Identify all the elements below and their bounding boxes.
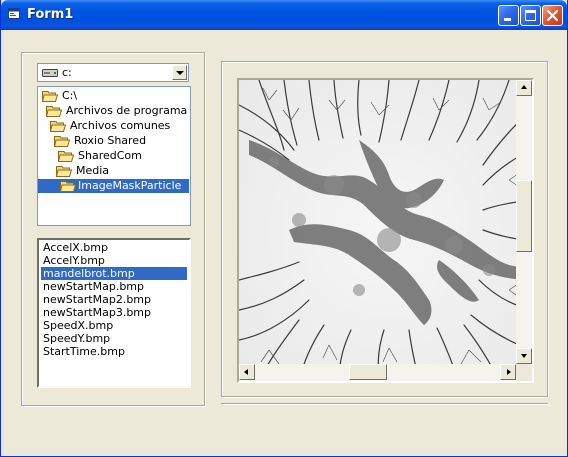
dir-item-label: Roxio Shared	[74, 134, 147, 147]
dir-item-label: ImageMaskParticle	[78, 179, 182, 192]
open-folder-icon	[58, 151, 74, 162]
directory-list[interactable]: C:\ Archivos de programa Archivos comune…	[37, 86, 191, 226]
file-item[interactable]: newStartMap2.bmp	[41, 293, 187, 306]
open-folder-icon	[56, 166, 72, 177]
dir-item-imagemaskparticle[interactable]: ImageMaskParticle	[38, 179, 189, 193]
minimize-icon	[504, 18, 511, 21]
dir-item-label: SharedCom	[78, 149, 142, 162]
picture-box[interactable]	[237, 78, 534, 383]
scroll-right-button[interactable]	[500, 364, 516, 380]
form-window: Form1 c: C:\ Archivos de programa Archiv…	[0, 0, 568, 457]
dir-item-roxio-shared[interactable]: Roxio Shared	[54, 134, 146, 148]
file-list[interactable]: AccelX.bmp AccelY.bmp mandelbrot.bmp new…	[37, 238, 191, 388]
horizontal-scrollbar[interactable]	[239, 364, 516, 381]
scroll-up-button[interactable]	[516, 80, 532, 96]
vertical-scrollbar[interactable]	[516, 80, 532, 364]
arrow-left-icon	[244, 369, 248, 375]
file-item[interactable]: newStartMap.bmp	[41, 280, 187, 293]
arrow-down-icon	[521, 354, 527, 358]
title-bar[interactable]: Form1	[1, 0, 567, 30]
window-title: Form1	[27, 7, 74, 22]
file-item[interactable]: SpeedX.bmp	[41, 319, 187, 332]
dir-item-archivos-comunes[interactable]: Archivos comunes	[50, 119, 170, 133]
file-item[interactable]: newStartMap3.bmp	[41, 306, 187, 319]
scroll-corner	[516, 364, 532, 381]
dir-item-sharedcom[interactable]: SharedCom	[58, 149, 142, 163]
combo-dropdown-button[interactable]	[172, 65, 187, 80]
open-folder-icon	[50, 121, 66, 132]
scroll-down-button[interactable]	[516, 348, 532, 364]
close-button[interactable]	[542, 5, 563, 26]
scroll-left-button[interactable]	[239, 364, 255, 380]
maximize-icon	[525, 10, 536, 21]
arrow-up-icon	[521, 85, 527, 89]
file-item[interactable]: StartTime.bmp	[41, 345, 187, 358]
dir-item-label: C:\	[62, 89, 78, 102]
drive-combo[interactable]: c:	[37, 63, 189, 82]
file-item[interactable]: mandelbrot.bmp	[41, 267, 187, 280]
chevron-down-icon	[176, 71, 184, 75]
minimize-button[interactable]	[498, 5, 519, 26]
close-icon	[546, 9, 559, 22]
dir-item-label: Archivos de programa	[66, 104, 188, 117]
drive-combo-value: c:	[62, 66, 72, 79]
open-folder-icon	[60, 181, 76, 192]
file-item[interactable]: SpeedY.bmp	[41, 332, 187, 345]
dir-item-media[interactable]: Media	[56, 164, 109, 178]
arrow-right-icon	[507, 369, 511, 375]
form-icon	[8, 8, 20, 19]
fractal-image	[239, 80, 532, 381]
dir-item-label: Media	[76, 164, 110, 177]
dir-item-archivos-de-programa[interactable]: Archivos de programa	[46, 104, 187, 118]
file-item[interactable]: AccelX.bmp	[41, 241, 187, 254]
file-item[interactable]: AccelY.bmp	[41, 254, 187, 267]
vertical-scroll-thumb[interactable]	[516, 180, 532, 252]
open-folder-icon	[54, 136, 70, 147]
open-folder-icon	[42, 91, 58, 102]
dir-item-label: Archivos comunes	[70, 119, 171, 132]
divider	[221, 403, 548, 404]
drive-icon	[42, 69, 58, 77]
open-folder-icon	[46, 106, 62, 117]
horizontal-scroll-thumb[interactable]	[349, 364, 387, 380]
maximize-button[interactable]	[520, 5, 541, 26]
dir-item-root[interactable]: C:\	[42, 89, 77, 103]
